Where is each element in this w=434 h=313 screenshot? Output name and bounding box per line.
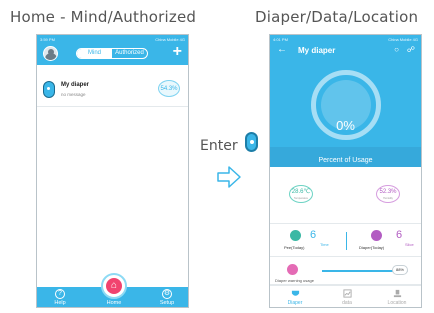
divider: [346, 232, 347, 250]
diaper-label: Diaper(Today): [359, 245, 385, 250]
warning-row: Diaper warning usage 88%: [270, 261, 421, 285]
warning-icon: [287, 264, 298, 275]
tab-data-label: data: [342, 300, 352, 306]
status-carrier: China Mobile 4G: [155, 36, 185, 42]
humidity-sub: Humidity: [383, 197, 393, 200]
status-bar: 3:59 PM China Mobile 4G: [37, 35, 188, 43]
diaper-device-icon: [245, 132, 258, 152]
status-time: 3:59 PM: [40, 36, 55, 42]
tab-data[interactable]: data: [330, 289, 364, 306]
warning-slider-fill: [322, 270, 398, 272]
tab-help-label: Help: [54, 300, 66, 306]
detail-navbar: ← My diaper ○ ☍: [270, 43, 421, 59]
home-icon: ⌂: [106, 278, 122, 294]
bottom-tab-bar: Diaper data Location: [270, 285, 421, 307]
drop-icon: [290, 230, 301, 241]
humidity-badge: 52.3% Humidity: [376, 185, 400, 203]
device-list-item[interactable]: My diaper no message 54.3%: [37, 73, 188, 107]
diaper-icon: [291, 290, 299, 296]
home-screen: 3:59 PM China Mobile 4G Mind Authorized …: [36, 34, 189, 308]
today-counts: 6 Time Pee(Today) 6 Slice Diaper(Today): [270, 223, 421, 257]
tab-location-label: Location: [387, 300, 407, 306]
enter-label: Enter: [200, 138, 238, 154]
location-icon: [393, 289, 401, 298]
home-header: 3:59 PM China Mobile 4G Mind Authorized …: [37, 35, 188, 65]
mind-authorized-toggle: Mind Authorized: [76, 48, 148, 59]
share-icon[interactable]: ☍: [407, 45, 415, 54]
arrow-right-icon: [217, 166, 241, 188]
setup-icon: ⚙: [162, 289, 172, 299]
plus-icon[interactable]: +: [173, 43, 182, 61]
home-topbar: Mind Authorized +: [37, 43, 188, 65]
usage-label: Percent of Usage: [318, 157, 373, 164]
diaper-device-icon: [43, 81, 55, 98]
pee-count: 6: [310, 229, 317, 241]
device-usage-badge: 54.3%: [158, 80, 180, 97]
help-icon: ?: [55, 289, 65, 299]
caption-diaper: Diaper/Data/Location: [255, 8, 419, 26]
segment-authorized[interactable]: Authorized: [112, 49, 147, 58]
status-carrier: China Mobile 4G: [388, 36, 418, 42]
chat-icon[interactable]: ○: [394, 45, 399, 54]
temperature-sub: Temperature: [293, 197, 309, 200]
pee-label: Pee(Today): [284, 245, 305, 250]
tab-home[interactable]: Home: [98, 300, 130, 306]
tab-home-label: Home: [106, 300, 122, 306]
warning-label: Diaper warning usage: [275, 278, 314, 283]
tab-location[interactable]: Location: [380, 289, 414, 306]
diaper-icon: [371, 230, 382, 241]
caption-home: Home - Mind/Authorized: [10, 8, 197, 26]
device-name: My diaper: [61, 82, 90, 88]
diaper-count: 6: [396, 229, 403, 241]
segment-mind[interactable]: Mind: [77, 49, 112, 58]
warning-slider-knob[interactable]: 88%: [392, 265, 408, 275]
detail-header: 4:01 PM China Mobile 4G ← My diaper ○ ☍ …: [270, 35, 421, 147]
pee-unit: Time: [320, 242, 329, 247]
tab-diaper-label: Diaper: [287, 300, 303, 306]
temperature-value: 28.6℃: [291, 189, 311, 195]
diaper-detail-screen: 4:01 PM China Mobile 4G ← My diaper ○ ☍ …: [269, 34, 422, 308]
device-message: no message: [61, 92, 86, 97]
home-button[interactable]: ⌂: [101, 273, 127, 299]
tab-setup[interactable]: ⚙ Setup: [152, 289, 182, 306]
usage-percent: 0%: [336, 118, 355, 133]
temperature-badge: 28.6℃ Temperature: [289, 185, 313, 203]
humidity-value: 52.3%: [379, 189, 397, 195]
tab-setup-label: Setup: [159, 300, 175, 306]
status-time: 4:01 PM: [273, 36, 288, 42]
data-icon: [342, 289, 352, 298]
avatar[interactable]: [43, 46, 58, 61]
back-arrow-icon[interactable]: ←: [277, 44, 287, 55]
tab-diaper[interactable]: Diaper: [278, 289, 312, 306]
status-bar: 4:01 PM China Mobile 4G: [270, 35, 421, 43]
tab-help[interactable]: ? Help: [45, 289, 75, 306]
diaper-unit: Slice: [405, 242, 414, 247]
page-title: My diaper: [298, 46, 336, 55]
